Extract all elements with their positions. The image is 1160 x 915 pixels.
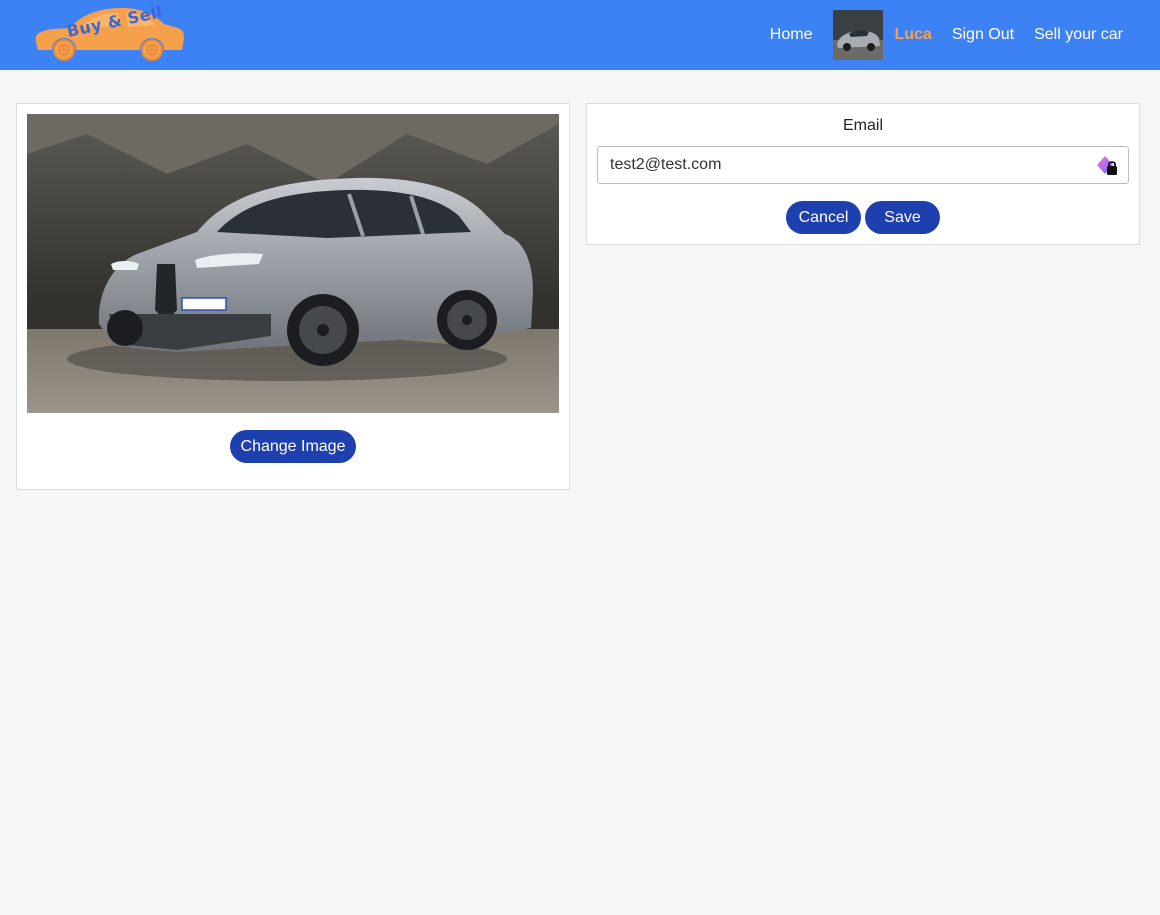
- site-logo[interactable]: Buy & Sell: [30, 2, 186, 62]
- main-nav: Home Luca Sign Out Sell your car: [770, 0, 1123, 70]
- nav-home-link[interactable]: Home: [770, 26, 813, 44]
- email-label: Email: [842, 117, 883, 134]
- profile-car-photo: [27, 114, 559, 413]
- save-button[interactable]: Save: [865, 201, 940, 234]
- password-manager-lock-icon[interactable]: [1094, 153, 1120, 179]
- profile-email-card: Email Cancel Save: [586, 103, 1140, 245]
- user-avatar[interactable]: [833, 10, 884, 60]
- nav-sell-car-link[interactable]: Sell your car: [1034, 26, 1123, 44]
- change-image-button[interactable]: Change Image: [230, 430, 356, 463]
- email-field[interactable]: [597, 146, 1129, 184]
- top-navbar: Buy & Sell Home Luca Sign Out Sell your …: [0, 0, 1160, 70]
- user-avatar-image: [833, 10, 884, 60]
- nav-username[interactable]: Luca: [894, 26, 931, 44]
- profile-image-card: Change Image: [16, 103, 570, 490]
- nav-sign-out-link[interactable]: Sign Out: [952, 26, 1014, 44]
- cancel-button[interactable]: Cancel: [786, 201, 861, 234]
